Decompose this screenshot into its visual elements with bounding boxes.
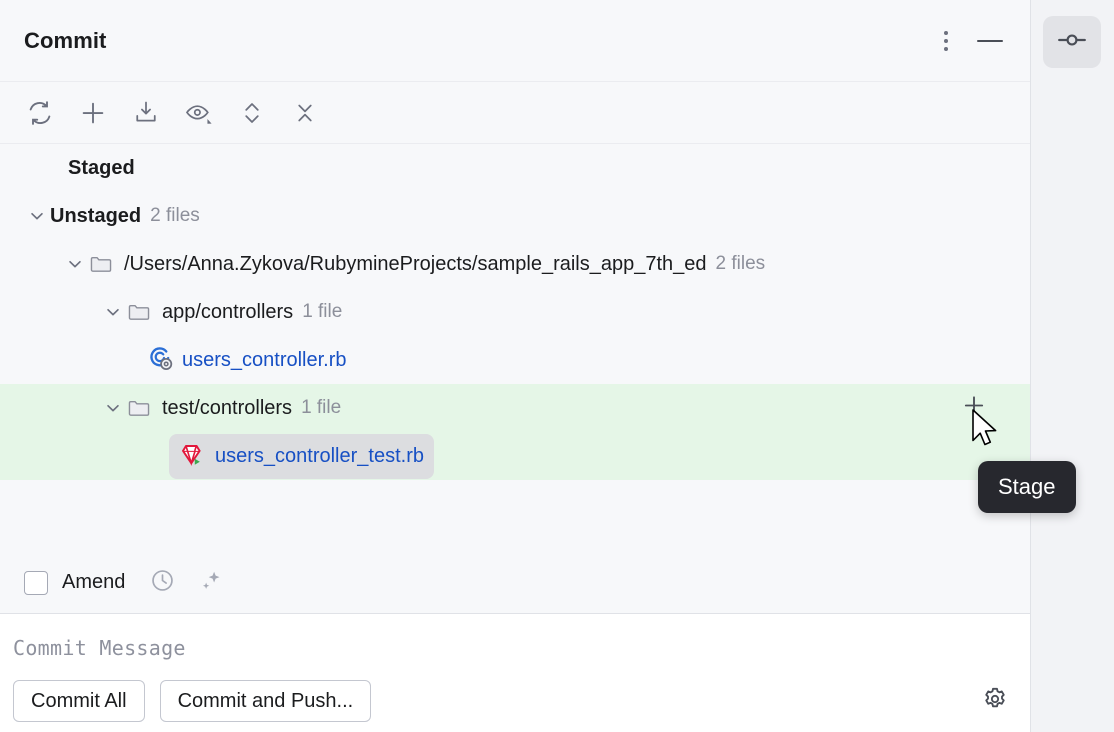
- folder-icon: [126, 395, 152, 421]
- panel-header: Commit: [0, 0, 1030, 82]
- unstaged-label: Unstaged: [50, 205, 141, 228]
- stage-all-icon: [132, 99, 160, 127]
- tree-node-folder[interactable]: app/controllers 1 file: [0, 288, 1030, 336]
- tooltip: Stage: [978, 461, 1076, 513]
- collapse-all-button[interactable]: [287, 95, 323, 131]
- chevron-down-icon[interactable]: [100, 299, 126, 325]
- commit-message-placeholder: Commit Message: [13, 636, 1030, 660]
- more-options-icon: [944, 31, 948, 51]
- amend-checkbox[interactable]: [24, 571, 48, 595]
- file-entry[interactable]: users_controller_test.rb: [169, 434, 434, 479]
- stage-plus-icon[interactable]: [960, 392, 988, 425]
- commit-toolbar: [0, 82, 1030, 144]
- ai-sparkle-icon: [197, 567, 224, 599]
- commit-all-button[interactable]: Commit All: [13, 680, 145, 722]
- staged-label: Staged: [68, 157, 135, 180]
- amend-bar: Amend: [0, 552, 1030, 614]
- minimize-icon: [977, 40, 1003, 42]
- amend-label: Amend: [62, 571, 125, 594]
- commit-and-push-button[interactable]: Commit and Push...: [160, 680, 372, 722]
- folder-icon: [126, 299, 152, 325]
- page-title: Commit: [24, 28, 107, 54]
- tree-node-staged[interactable]: Staged: [0, 144, 1030, 192]
- changes-tree: Staged Unstaged 2 files /Users/Anna: [0, 144, 1030, 552]
- ruby-controller-icon: [146, 344, 174, 377]
- folder-count: 1 file: [301, 397, 341, 419]
- commit-settings-button[interactable]: [978, 684, 1012, 718]
- tree-node-file[interactable]: users_controller.rb: [0, 336, 1030, 384]
- commit-node-icon: [1056, 24, 1088, 61]
- commit-actions-bar: Commit All Commit and Push...: [0, 670, 1030, 732]
- folder-label: app/controllers: [162, 301, 293, 324]
- add-icon: [78, 98, 108, 128]
- tree-node-folder[interactable]: test/controllers 1 file: [0, 384, 1030, 432]
- tree-node-unstaged[interactable]: Unstaged 2 files: [0, 192, 1030, 240]
- ruby-gem-run-icon: [177, 439, 207, 474]
- generate-message-button[interactable]: [193, 566, 227, 600]
- file-name: users_controller.rb: [182, 349, 347, 372]
- clock-history-icon: [149, 567, 176, 599]
- right-tool-strip: [1031, 0, 1114, 732]
- stage-all-button[interactable]: [128, 95, 164, 131]
- commit-tool-window: Commit: [0, 0, 1114, 732]
- chevron-down-icon[interactable]: [24, 203, 50, 229]
- collapse-all-icon: [292, 98, 318, 128]
- show-diff-icon: [184, 98, 214, 128]
- gear-icon: [981, 685, 1009, 718]
- folder-label: test/controllers: [162, 397, 292, 420]
- more-options-button[interactable]: [924, 19, 968, 63]
- folder-icon: [88, 251, 114, 277]
- commit-panel: Commit: [0, 0, 1031, 732]
- file-entry[interactable]: users_controller.rb: [138, 339, 357, 382]
- tree-node-file[interactable]: users_controller_test.rb: [0, 432, 1030, 480]
- minimize-button[interactable]: [968, 19, 1012, 63]
- commit-history-button[interactable]: [145, 566, 179, 600]
- chevron-down-icon[interactable]: [100, 395, 126, 421]
- refresh-button[interactable]: [22, 95, 58, 131]
- expand-collapse-icon: [239, 98, 265, 128]
- file-name: users_controller_test.rb: [215, 445, 424, 468]
- expand-collapse-button[interactable]: [234, 95, 270, 131]
- repository-path: /Users/Anna.Zykova/RubymineProjects/samp…: [124, 253, 707, 276]
- add-button[interactable]: [75, 95, 111, 131]
- refresh-icon: [25, 98, 55, 128]
- commit-message-area[interactable]: Commit Message Commit All Commit and Pus…: [0, 614, 1030, 732]
- commit-tool-button[interactable]: [1043, 16, 1101, 68]
- chevron-down-icon[interactable]: [62, 251, 88, 277]
- unstaged-count: 2 files: [150, 205, 200, 227]
- folder-count: 1 file: [302, 301, 342, 323]
- repository-count: 2 files: [716, 253, 766, 275]
- tree-node-repository[interactable]: /Users/Anna.Zykova/RubymineProjects/samp…: [0, 240, 1030, 288]
- show-diff-button[interactable]: [181, 95, 217, 131]
